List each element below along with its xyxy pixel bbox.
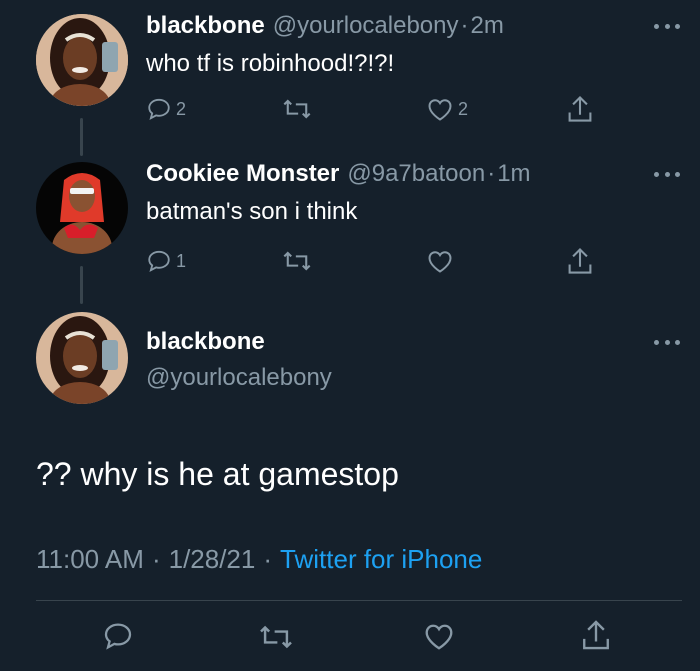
avatar-blackbone[interactable] <box>36 312 128 404</box>
divider <box>36 600 682 601</box>
thread-connector <box>80 266 83 304</box>
heart-icon <box>428 251 452 273</box>
reply-button[interactable] <box>102 620 134 652</box>
share-icon <box>583 620 609 650</box>
share-icon <box>568 95 592 122</box>
retweet-icon <box>283 251 311 271</box>
reply-button[interactable]: 2 <box>146 96 186 122</box>
retweet-icon <box>260 625 292 649</box>
retweet-icon <box>283 99 311 119</box>
focused-author-handle[interactable]: @yourlocalebony <box>146 364 332 392</box>
thread-connector <box>80 118 83 156</box>
focused-author-name[interactable]: blackbone <box>146 328 265 356</box>
retweet-button[interactable] <box>258 622 294 652</box>
separator: · <box>263 544 273 574</box>
tweet-text: who tf is robinhood!?!?! <box>146 50 395 77</box>
like-button[interactable] <box>422 621 456 651</box>
reply-count: 2 <box>176 98 187 119</box>
like-count: 2 <box>458 98 469 119</box>
share-button[interactable] <box>580 618 612 652</box>
focused-tweet-text: ?? why is he at gamestop <box>36 456 399 492</box>
heart-icon <box>428 99 452 121</box>
retweet-button[interactable] <box>282 96 312 122</box>
tweet-metadata: 11:00 AM · 1/28/21 · Twitter for iPhone <box>36 544 482 575</box>
reply-button[interactable]: 1 <box>146 248 186 274</box>
retweet-button[interactable] <box>282 248 312 274</box>
heart-icon <box>425 624 453 650</box>
reply-icon <box>148 98 170 121</box>
tweet-header: Cookiee Monster @9a7batoon · 1m <box>146 160 531 188</box>
tweet-header: blackbone @yourlocalebony · 2m <box>146 12 504 40</box>
reply-icon <box>104 623 132 650</box>
separator: · <box>487 160 496 187</box>
tweet-text: batman's son i think <box>146 198 358 225</box>
tweet-author-handle[interactable]: @9a7batoon <box>347 160 485 188</box>
reply-count: 1 <box>176 250 187 271</box>
separator: · <box>460 12 469 39</box>
share-button[interactable] <box>566 246 594 276</box>
like-button[interactable]: 2 <box>426 96 468 122</box>
more-icon[interactable] <box>654 338 680 346</box>
avatar-blackbone[interactable] <box>36 14 128 106</box>
tweet-timestamp[interactable]: 1m <box>497 160 530 188</box>
reply-icon <box>148 250 170 273</box>
more-icon[interactable] <box>654 22 680 30</box>
more-icon[interactable] <box>654 170 680 178</box>
focused-time[interactable]: 11:00 AM <box>36 544 144 575</box>
share-icon <box>568 247 592 274</box>
separator: · <box>151 544 161 574</box>
tweet-source-link[interactable]: Twitter for iPhone <box>280 544 482 575</box>
tweet-author-name[interactable]: blackbone <box>146 12 265 40</box>
avatar-cookiee-monster[interactable] <box>36 162 128 254</box>
focused-date[interactable]: 1/28/21 <box>169 544 256 575</box>
tweet-author-name[interactable]: Cookiee Monster <box>146 160 339 188</box>
tweet-author-handle[interactable]: @yourlocalebony <box>273 12 459 40</box>
like-button[interactable] <box>426 248 454 274</box>
tweet-timestamp[interactable]: 2m <box>471 12 504 40</box>
share-button[interactable] <box>566 94 594 124</box>
